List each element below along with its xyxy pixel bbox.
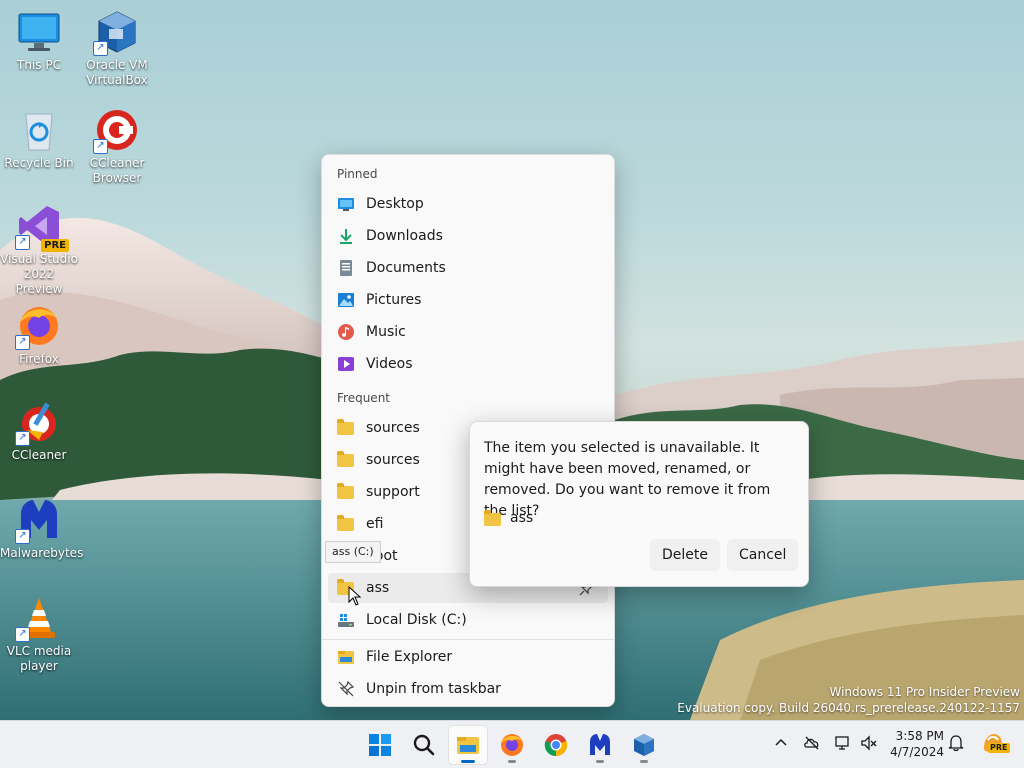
search-icon xyxy=(413,734,435,756)
jump-item-videos[interactable]: Videos xyxy=(328,349,608,379)
jump-list-divider xyxy=(322,639,614,640)
taskbar-chrome[interactable] xyxy=(536,725,576,765)
virtualbox-icon xyxy=(634,734,654,756)
clock-time: 3:58 PM xyxy=(895,729,944,743)
desktop-icon-label: Firefox xyxy=(19,352,59,366)
folder-icon xyxy=(337,419,355,437)
shortcut-arrow-icon: ↗ xyxy=(15,335,30,350)
chrome-icon xyxy=(544,734,568,757)
desktop-icon-label: Recycle Bin xyxy=(4,156,74,170)
document-icon xyxy=(337,259,355,277)
desktop-icon-virtualbox[interactable]: ↗ Oracle VM VirtualBox xyxy=(78,10,156,88)
desktop-icon-label: Visual Studio 2022 Preview xyxy=(0,252,78,296)
drive-icon xyxy=(337,611,355,629)
firefox-icon xyxy=(501,734,523,756)
taskbar-firefox[interactable] xyxy=(492,725,532,765)
unpin-icon xyxy=(337,680,355,698)
shortcut-arrow-icon: ↗ xyxy=(93,139,108,154)
desktop-icon-this-pc[interactable]: This PC xyxy=(0,10,78,73)
desktop-icon-label: Malwarebytes xyxy=(0,546,84,560)
jump-item-local-disk[interactable]: Local Disk (C:) xyxy=(328,605,608,635)
start-button[interactable] xyxy=(360,725,400,765)
desktop-icon-malwarebytes[interactable]: ↗ Malwarebytes xyxy=(0,498,84,561)
taskbar-virtualbox[interactable] xyxy=(624,725,664,765)
shortcut-arrow-icon: ↗ xyxy=(15,627,30,642)
dialog-item: ass xyxy=(484,510,533,526)
active-indicator xyxy=(461,760,475,763)
folder-icon xyxy=(337,483,355,501)
mouse-cursor-icon xyxy=(348,586,362,606)
desktop-icon-ccleaner[interactable]: ↗ CCleaner xyxy=(0,400,78,463)
running-indicator xyxy=(508,760,516,763)
download-icon xyxy=(337,227,355,245)
delete-button[interactable]: Delete xyxy=(650,539,720,571)
video-icon xyxy=(337,355,355,373)
jump-item-music[interactable]: Music xyxy=(328,317,608,347)
tooltip: ass (C:) xyxy=(325,541,381,563)
desktop-icon-label: Oracle VM VirtualBox xyxy=(86,58,148,87)
running-indicator xyxy=(596,760,604,763)
desktop-icon-label: VLC media player xyxy=(6,644,72,673)
file-explorer-icon xyxy=(337,648,355,666)
jump-item-file-explorer[interactable]: File Explorer xyxy=(328,642,608,672)
build-watermark: Windows 11 Pro Insider Preview Evaluatio… xyxy=(677,685,1020,715)
shortcut-arrow-icon: ↗ xyxy=(93,41,108,56)
desktop-icon-label: CCleaner xyxy=(11,448,67,462)
jump-item-desktop[interactable]: Desktop xyxy=(328,189,608,219)
desktop-icon-label: This PC xyxy=(17,58,61,72)
shortcut-arrow-icon: ↗ xyxy=(15,529,30,544)
desktop-icon xyxy=(337,195,355,213)
onedrive-offline-icon[interactable] xyxy=(803,734,821,752)
jump-item-pictures[interactable]: Pictures xyxy=(328,285,608,315)
start-icon xyxy=(369,734,391,756)
folder-icon xyxy=(337,451,355,469)
taskbar-clock[interactable]: 3:58 PM 4/7/2024 xyxy=(890,728,944,760)
shortcut-arrow-icon: ↗ xyxy=(15,235,30,250)
clock-date: 4/7/2024 xyxy=(890,745,944,759)
monitor-icon xyxy=(18,13,60,51)
cancel-button[interactable]: Cancel xyxy=(727,539,799,571)
frequent-heading: Frequent xyxy=(337,391,390,405)
desktop-icon-recycle-bin[interactable]: Recycle Bin xyxy=(0,108,78,171)
jump-item-documents[interactable]: Documents xyxy=(328,253,608,283)
folder-icon xyxy=(337,515,355,533)
chevron-up-icon[interactable] xyxy=(772,734,790,752)
music-icon xyxy=(337,323,355,341)
remove-item-dialog: The item you selected is unavailable. It… xyxy=(469,421,809,587)
desktop-icon-label: CCleaner Browser xyxy=(89,156,145,185)
dialog-item-label: ass xyxy=(510,510,534,526)
malwarebytes-icon xyxy=(590,734,610,755)
desktop-icon-visual-studio[interactable]: PRE ↗ Visual Studio 2022 Preview xyxy=(0,204,78,297)
running-indicator xyxy=(640,760,648,763)
desktop-icon-ccleaner-browser[interactable]: ↗ CCleaner Browser xyxy=(78,108,156,186)
shortcut-arrow-icon: ↗ xyxy=(15,431,30,446)
search-button[interactable] xyxy=(404,725,444,765)
desktop-icon-vlc[interactable]: ↗ VLC media player xyxy=(0,596,78,674)
network-icon[interactable] xyxy=(834,734,852,752)
folder-icon xyxy=(484,510,501,526)
desktop-icon-firefox[interactable]: ↗ Firefox xyxy=(0,304,78,367)
copilot-button[interactable]: PRE xyxy=(980,730,1010,756)
recycle-bin-icon xyxy=(25,113,53,151)
picture-icon xyxy=(337,291,355,309)
taskbar-malwarebytes[interactable] xyxy=(580,725,620,765)
taskbar-file-explorer[interactable] xyxy=(448,725,488,765)
preview-badge: PRE xyxy=(41,239,69,252)
jump-item-downloads[interactable]: Downloads xyxy=(328,221,608,251)
notification-bell-icon[interactable] xyxy=(947,734,965,752)
pinned-heading: Pinned xyxy=(337,167,378,181)
volume-muted-icon[interactable] xyxy=(860,734,878,752)
jump-item-unpin[interactable]: Unpin from taskbar xyxy=(328,674,608,704)
preview-badge: PRE xyxy=(988,743,1010,753)
file-explorer-icon xyxy=(457,737,479,754)
